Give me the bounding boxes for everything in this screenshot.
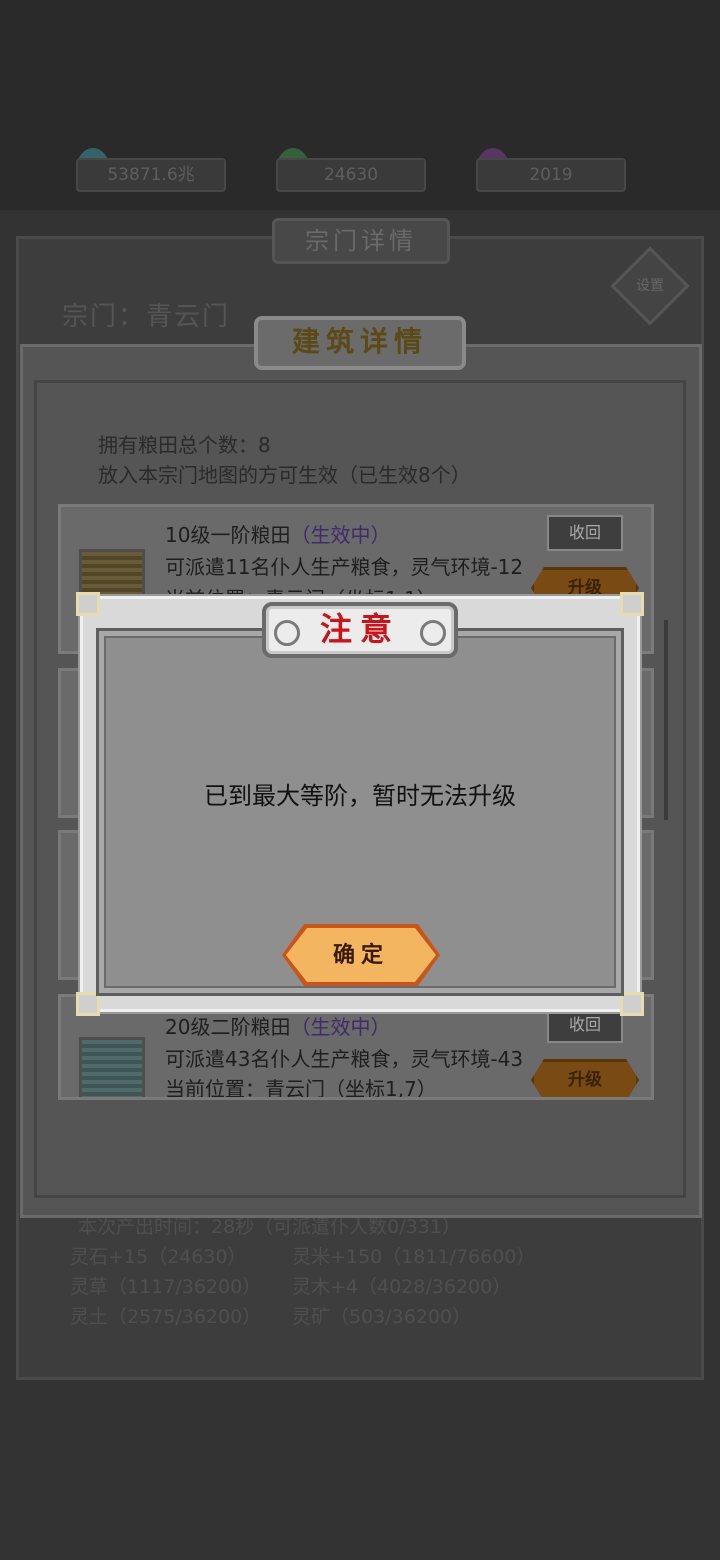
building-name: 10级一阶粮田 — [165, 523, 291, 547]
modal-corner-ornament — [76, 592, 100, 616]
stat-spirit-herb: 灵草（1117/36200） — [70, 1276, 262, 1298]
building-desc: 可派遣11名仆人生产粮食，灵气环境-12 — [165, 555, 524, 579]
building-name-line: 20级二阶粮田（生效中） — [165, 1011, 390, 1040]
farmland-icon — [79, 1037, 145, 1097]
notice-modal-title: 注意 — [262, 602, 458, 658]
notice-message: 已到最大等阶，暂时无法升级 — [204, 782, 516, 810]
upgrade-button[interactable]: 升级 — [531, 1059, 639, 1097]
building-name: 20级二阶粮田 — [165, 1015, 291, 1039]
building-name-line: 10级一阶粮田（生效中） — [165, 519, 390, 548]
settings-badge-label: 设置 — [636, 278, 664, 294]
confirm-button[interactable]: 确定 — [286, 928, 436, 982]
sect-production-stats: 本次产出时间：28秒（可派遣仆人数0/331） 灵石+15（24630） 灵米+1… — [70, 1212, 535, 1332]
sect-detail-title: 宗门详情 — [272, 218, 450, 264]
building-status: （生效中） — [290, 523, 391, 547]
field-effect-note: 放入本宗门地图的方可生效（已生效8个） — [98, 463, 471, 487]
resource-spirit-crystal: 2019 — [476, 158, 626, 192]
field-count: 拥有粮田总个数：8 — [98, 433, 271, 457]
modal-corner-ornament — [620, 592, 644, 616]
building-status: （生效中） — [290, 1015, 391, 1039]
stat-spirit-wood: 灵木+4（4028/36200） — [292, 1276, 512, 1298]
sect-name: 宗门：青云门 — [62, 302, 231, 332]
building-summary: 拥有粮田总个数：8 放入本宗门地图的方可生效（已生效8个） — [98, 430, 471, 490]
recall-button[interactable]: 收回 — [547, 515, 623, 551]
stat-spirit-ore: 灵矿（503/36200） — [292, 1306, 472, 1328]
stat-spirit-rice: 灵米+150（1811/76600） — [292, 1246, 536, 1268]
stat-spirit-stone: 灵石+15（24630） — [70, 1246, 247, 1268]
card-list-scrollbar[interactable] — [664, 620, 668, 820]
building-location: 当前位置：青云门（坐标1,7） — [165, 1077, 437, 1100]
stat-spirit-soil: 灵土（2575/36200） — [70, 1306, 262, 1328]
building-detail-title: 建筑详情 — [254, 316, 466, 370]
building-desc: 可派遣43名仆人生产粮食，灵气环境-43 — [165, 1047, 524, 1071]
recall-button[interactable]: 收回 — [547, 1007, 623, 1043]
resource-spirit-stone: 53871.6兆 — [76, 158, 226, 192]
resource-spirit-grass: 24630 — [276, 158, 426, 192]
